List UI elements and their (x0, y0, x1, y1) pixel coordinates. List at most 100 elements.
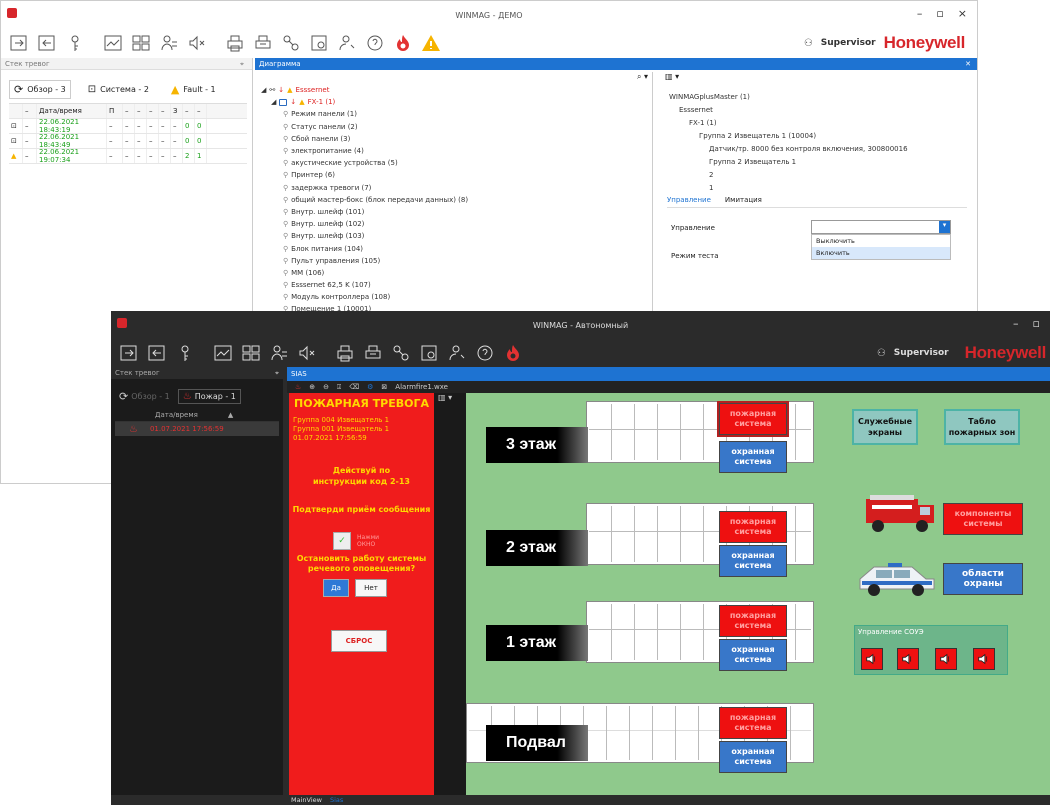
print-report-icon[interactable] (251, 31, 275, 55)
floor-label[interactable]: 1 этаж (486, 625, 588, 661)
warning-icon[interactable] (419, 31, 443, 55)
delete-icon[interactable]: ⌫ (349, 383, 359, 391)
zoom-in-icon[interactable]: ⊕ (309, 383, 315, 391)
detail-tree-item[interactable]: Датчик/тр. 8000 без контроля включения, … (669, 142, 977, 155)
login-icon[interactable] (117, 341, 141, 365)
tree-item[interactable]: ⚲ Режим панели (1) (283, 108, 652, 120)
tab-fire[interactable]: ♨ Пожар - 1 (177, 389, 241, 404)
save-icon[interactable]: ⍗ (337, 383, 341, 392)
settings-icon[interactable]: ⚙ (367, 383, 373, 391)
tree-root[interactable]: ◢ ⚯ ↓ ▲ Esssernet (261, 84, 652, 96)
tree-item[interactable]: ⚲ Пульт управления (105) (283, 255, 652, 267)
tab-overview[interactable]: ⟳ Обзор - 3 (9, 80, 71, 99)
table-row[interactable]: ▲ –22.06.2021 19:07:34 – – – – – –2 1 (9, 148, 247, 164)
tree-item[interactable]: ⚲ Esssernet 62,5 K (107) (283, 279, 652, 291)
table-row[interactable]: ♨ 01.07.2021 17:56:59 (115, 422, 279, 436)
grid-icon[interactable] (129, 31, 153, 55)
pin-icon[interactable]: ⌖ (240, 58, 244, 70)
no-button[interactable]: Нет (355, 579, 387, 597)
detail-tree-item[interactable]: 2 (669, 168, 977, 181)
fire-icon[interactable] (391, 31, 415, 55)
tree-item[interactable]: ⚲ Внутр. шлейф (102) (283, 218, 652, 230)
tree-item[interactable]: ⚲ Статус панели (2) (283, 121, 652, 133)
security-system-button[interactable]: охранная система (719, 441, 787, 473)
tree-item[interactable]: ⚲ задержка тревоги (7) (283, 182, 652, 194)
fire-system-button[interactable]: пожарная система (717, 401, 789, 437)
logout-icon[interactable] (145, 341, 169, 365)
floor-label[interactable]: 3 этаж (486, 427, 588, 463)
option-on[interactable]: Включить (812, 247, 950, 259)
tree-item[interactable]: ⚲ акустические устройства (5) (283, 157, 652, 169)
user-settings-icon[interactable] (335, 31, 359, 55)
maximize-icon[interactable]: ▫ (1033, 317, 1040, 330)
user-name[interactable]: Supervisor (894, 348, 949, 358)
guard-areas-button[interactable]: области охраны (943, 563, 1023, 595)
tree-item[interactable]: ⚲ общий мастер-бокс (блок передачи данных… (283, 194, 652, 206)
key-icon[interactable] (63, 31, 87, 55)
help-icon[interactable] (473, 341, 497, 365)
mute-icon[interactable] (185, 31, 209, 55)
tree-item[interactable]: ⚲ Внутр. шлейф (103) (283, 230, 652, 242)
tree-item[interactable]: ⚲ MM (106) (283, 267, 652, 279)
maximize-icon[interactable]: ▫ (936, 7, 943, 20)
tab-simulation[interactable]: Имитация (725, 196, 762, 204)
chart-icon[interactable] (101, 31, 125, 55)
tree-item[interactable]: ⚲ Сбой панели (3) (283, 133, 652, 145)
detail-tree-item[interactable]: Esssernet (669, 103, 977, 116)
option-off[interactable]: Выключить (812, 235, 950, 247)
printer-icon[interactable] (333, 341, 357, 365)
logout-icon[interactable] (35, 31, 59, 55)
users-icon[interactable] (157, 31, 181, 55)
tree-item[interactable]: ⚲ Внутр. шлейф (101) (283, 206, 652, 218)
columns-icon[interactable]: ▥ ▾ (659, 72, 977, 84)
tab-sias[interactable]: Sias (330, 796, 343, 804)
table-row[interactable]: ⊡ –22.06.2021 18:43:49 – – – – – –0 0 (9, 133, 247, 149)
tree-panel[interactable]: ◢ ↓ ▲ FX-1 (1) (261, 96, 652, 108)
printer-icon[interactable] (223, 31, 247, 55)
speaker-icon[interactable] (973, 648, 995, 670)
fire-icon[interactable]: ♨ (295, 383, 301, 391)
detail-tree-item[interactable]: Группа 2 Извещатель 1 (10004) (669, 129, 977, 142)
floor-label[interactable]: Подвал (486, 725, 588, 761)
tab-control[interactable]: Управление (667, 196, 711, 204)
detail-tree-item[interactable]: 1 (669, 181, 977, 194)
log-icon[interactable] (307, 31, 331, 55)
search-icon[interactable]: ⌕ ▾ (257, 72, 652, 84)
key-icon[interactable] (173, 341, 197, 365)
help-icon[interactable] (363, 31, 387, 55)
detail-tree-item[interactable]: FX-1 (1) (669, 116, 977, 129)
reset-button[interactable]: СБРОС (331, 630, 387, 652)
service-screens-button[interactable]: Служебные экраны (852, 409, 918, 445)
speaker-icon[interactable] (897, 648, 919, 670)
login-icon[interactable] (7, 31, 31, 55)
speaker-icon[interactable] (861, 648, 883, 670)
fire-system-button[interactable]: пожарная система (719, 605, 787, 637)
fire-system-button[interactable]: пожарная система (719, 707, 787, 739)
tab-system[interactable]: ⊡ Система - 2 (83, 81, 154, 98)
columns-icon[interactable]: ▥ ▾ (434, 393, 452, 402)
mute-icon[interactable] (295, 341, 319, 365)
log-icon[interactable] (417, 341, 441, 365)
user-name[interactable]: Supervisor (821, 38, 876, 48)
minimize-icon[interactable]: – (917, 7, 923, 20)
users-icon[interactable] (267, 341, 291, 365)
security-system-button[interactable]: охранная система (719, 741, 787, 773)
table-row[interactable]: ⊡ –22.06.2021 18:43:19 – – – – – –0 0 (9, 118, 247, 134)
tab-mainview[interactable]: MainView (291, 796, 322, 804)
tree-item[interactable]: ⚲ Модуль контроллера (108) (283, 291, 652, 303)
tree-item[interactable]: ⚲ электропитание (4) (283, 145, 652, 157)
grid-icon[interactable] (239, 341, 263, 365)
tab-fault[interactable]: ▲ Fault - 1 (166, 80, 221, 99)
tree-item[interactable]: ⚲ Блок питания (104) (283, 242, 652, 254)
system-components-button[interactable]: компоненты системы (943, 503, 1023, 535)
network-icon[interactable] (389, 341, 413, 365)
floor-label[interactable]: 2 этаж (486, 530, 588, 566)
pin-icon[interactable]: ⌖ (275, 367, 279, 379)
fire-system-button[interactable]: пожарная система (719, 511, 787, 543)
tab-overview[interactable]: ⟳ Обзор - 1 (119, 389, 170, 404)
confirm-checkbox[interactable]: ✓ Нажми ОКНО (333, 532, 434, 550)
detail-tree-item[interactable]: WINMAGplusMaster (1) (669, 90, 977, 103)
minimize-icon[interactable]: – (1013, 317, 1019, 330)
yes-button[interactable]: Да (323, 579, 349, 597)
close-icon[interactable]: × (958, 7, 967, 20)
